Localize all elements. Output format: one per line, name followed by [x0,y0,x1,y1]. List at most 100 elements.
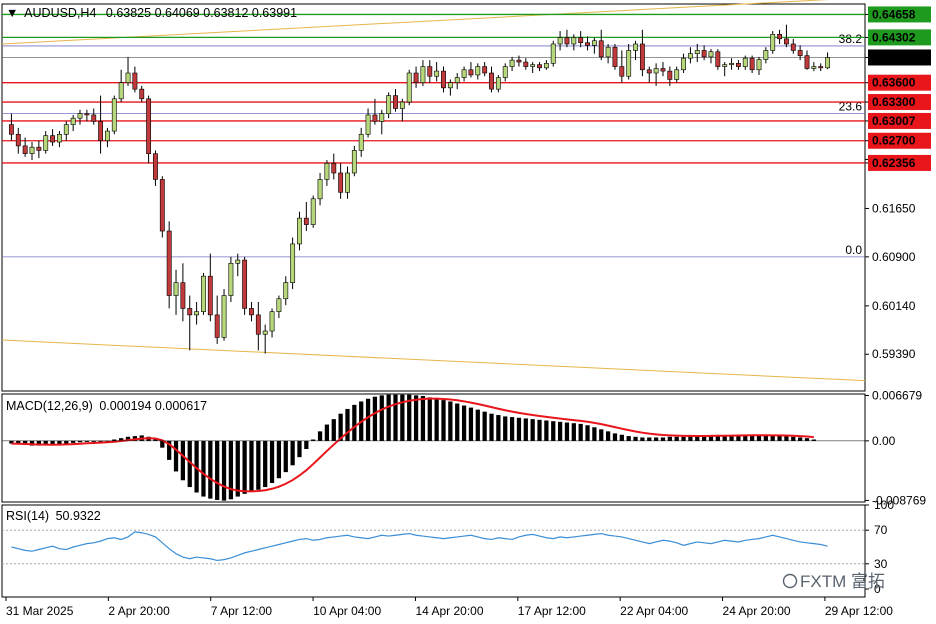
rsi-value: 50.9322 [56,509,101,523]
macd-bar [393,394,398,441]
macd-bar [235,440,240,497]
support-level-label: 0.63600 [872,76,916,90]
candle-body [9,124,14,135]
candle-body [667,70,673,80]
support-level-label: 0.63007 [872,114,916,128]
macd-bar [503,416,508,441]
macd-bar [215,440,220,500]
rsi-title: RSI(14) [6,509,49,523]
macd-tick-label: 0.00 [872,434,896,448]
macd-bar [544,420,549,441]
time-tick-label: 22 Apr 04:00 [620,604,688,618]
time-tick-label: 14 Apr 20:00 [415,604,483,618]
collapse-arrow-icon[interactable]: ▼ [6,6,18,20]
candle-body [228,262,234,296]
candle-body [715,51,721,67]
candle-body [543,63,549,69]
candle-body [221,295,227,338]
macd-bar [242,440,247,494]
chart-header: ▼ AUDUSD,H4 0.63825 0.64069 0.63812 0.63… [6,6,297,20]
macd-bar [804,438,810,441]
macd-bar [379,395,384,441]
macd-bar [626,436,631,441]
candle-body [468,69,474,76]
macd-tick-label: 0.006679 [872,389,922,403]
candle-body [269,311,275,332]
candle-body [749,57,755,71]
macd-bar [482,411,487,441]
rsi-header: RSI(14) 50.9322 [6,509,101,523]
price-tick-label: 0.60900 [872,250,916,264]
candle-body [303,217,309,225]
macd-bar [647,437,652,441]
macd-bar [317,431,323,441]
candle-body [729,63,734,65]
candle-body [77,113,83,119]
macd-bar [516,417,522,441]
macd-bar [304,440,309,450]
macd-bar [633,436,638,441]
candle-body [63,124,69,135]
candle-body [310,198,316,225]
candle-body [660,68,666,72]
macd-bar [331,419,336,441]
candle-body [297,217,302,245]
candle-body [797,50,803,56]
macd-bar [640,437,645,441]
macd-bar [530,419,535,441]
candle-body [84,113,90,116]
candle-body [345,172,350,193]
candle-body [818,66,824,69]
candle-body [393,95,398,109]
candle-body [153,153,158,180]
candle-body [180,282,186,309]
candle-body [447,82,453,89]
candle-body [523,61,529,67]
rsi-tick-label: 70 [874,523,888,537]
macd-bar [269,440,275,483]
candle-body [639,43,645,71]
time-tick-label: 10 Apr 04:00 [313,604,381,618]
support-level-label: 0.62356 [872,156,916,170]
candle-body [646,69,652,74]
candle-body [763,50,769,60]
candle-body [214,314,220,338]
candle-body [742,57,748,67]
candle-body [159,179,165,232]
candle-body [105,130,110,142]
candle-body [406,72,412,103]
candle-body [708,51,714,58]
candle-body [681,57,686,71]
macd-bar [578,423,583,441]
candle-body [509,59,515,67]
candle-body [633,43,638,51]
candle-body [15,133,21,147]
macd-bar [71,440,76,443]
macd-bar [441,400,446,441]
candle-body [173,282,179,296]
support-level-label: 0.62700 [872,134,916,148]
macd-bar [386,394,391,441]
macd-bar [605,431,611,441]
rsi-frame [1,504,866,598]
candle-body [98,121,104,142]
macd-bar [228,440,234,500]
time-tick-label: 24 Apr 20:00 [723,604,791,618]
candle-body [399,101,405,109]
candle-body [235,259,241,264]
time-tick-label: 31 Mar 2025 [6,604,74,618]
candle-body [43,135,49,151]
candle-body [530,64,536,67]
candle-body [722,64,728,67]
macd-bar [599,429,604,441]
candle-body [420,66,426,83]
ohlc-readout: 0.63825 0.64069 0.63812 0.63991 [106,6,297,20]
candle-body [427,66,433,77]
candle-body [674,69,680,80]
candle-body [413,72,419,83]
candle-body [475,66,481,76]
candle-body [461,69,467,78]
price-tick-label: 0.61650 [872,201,916,215]
rsi-tick-label: 100 [874,498,894,512]
macd-bar [413,395,419,441]
